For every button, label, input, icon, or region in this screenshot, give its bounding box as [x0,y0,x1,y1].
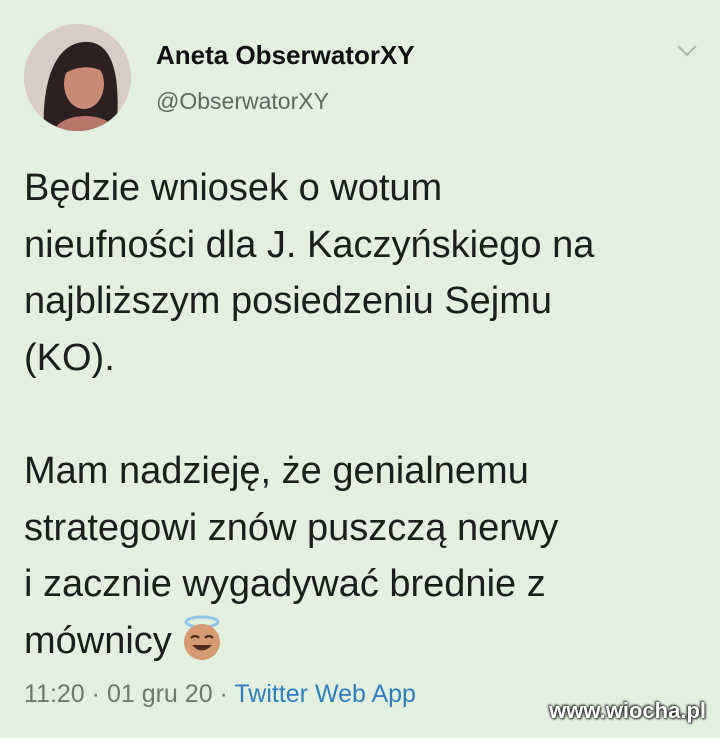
tweet-text-paragraph-1: Będzie wniosek o wotum nieufności dla J.… [24,167,595,379]
chevron-down-icon[interactable] [675,42,699,60]
tweet-card: Aneta ObserwatorXY @ObserwatorXY Będzie … [0,0,720,738]
author-handle[interactable]: @ObserwatorXY [156,88,329,115]
tweet-metadata: 11:20 · 01 gru 20 · Twitter Web App [24,680,416,709]
tweet-time[interactable]: 11:20 [24,680,85,708]
smiling-face-with-halo-icon [178,614,226,662]
tweet-date[interactable]: 01 gru 20 [107,680,213,708]
tweet-text-paragraph-2: Mam nadzieję, że genialnemu strategowi z… [24,443,694,669]
watermark: www.wiocha.pl [549,698,706,723]
avatar-image [24,24,131,131]
separator: · [91,680,100,708]
author-name[interactable]: Aneta ObserwatorXY [156,40,415,71]
separator: · [219,680,228,708]
avatar[interactable] [24,24,131,131]
tweet-text-paragraph-2-text: Mam nadzieję, że genialnemu strategowi z… [24,450,559,662]
tweet-source-link[interactable]: Twitter Web App [234,680,416,708]
